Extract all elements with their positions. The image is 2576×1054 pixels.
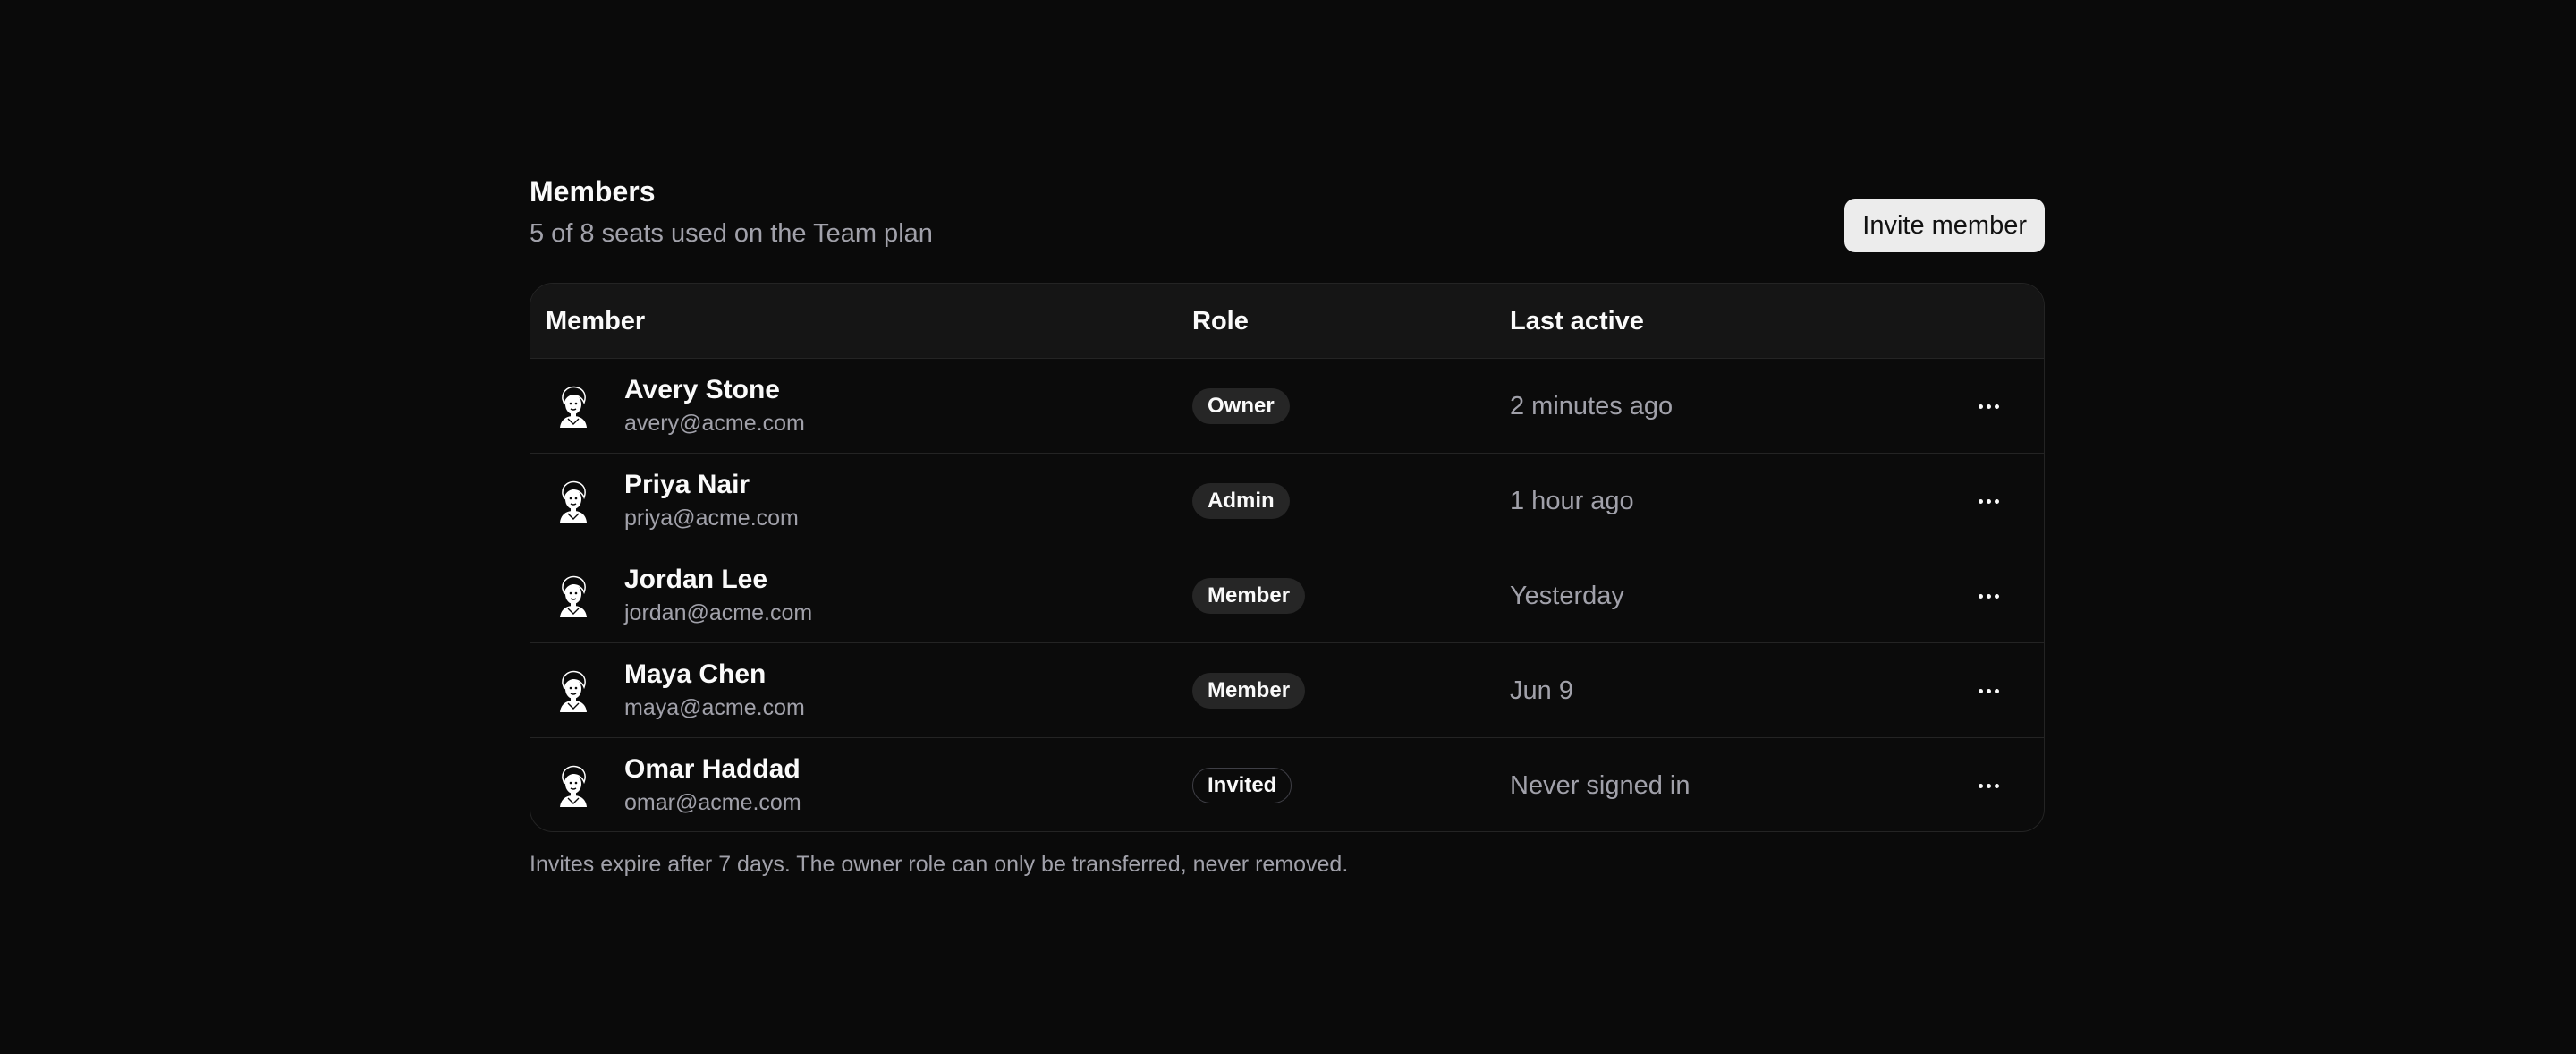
member-email: omar@acme.com: [624, 790, 801, 815]
person-illustration-icon: [560, 670, 587, 712]
more-dots-icon-dot: [1994, 404, 1999, 409]
more-dots-icon-dot: [1994, 593, 1999, 599]
invite-member-button[interactable]: Invite member: [1844, 199, 2045, 252]
row-actions-button[interactable]: [1970, 388, 2006, 424]
footnote: Invites expire after 7 days. The owner r…: [530, 852, 1349, 877]
avatar: [550, 478, 597, 524]
row-actions-button[interactable]: [1970, 673, 2006, 709]
person-illustration-icon: [560, 480, 587, 523]
member-name: Maya Chen: [624, 659, 767, 689]
more-dots-icon-dot: [1986, 593, 1991, 599]
table-row: Omar Haddad omar@acme.com Invited Never …: [530, 738, 2044, 831]
members-table: Member Role Last active Avery Stone aver…: [530, 283, 2045, 832]
table-row: Maya Chen maya@acme.com Member Jun 9: [530, 643, 2044, 738]
member-email: jordan@acme.com: [624, 600, 813, 625]
avatar: [550, 762, 597, 809]
role-badge: Member: [1192, 673, 1306, 709]
member-email: priya@acme.com: [624, 506, 799, 531]
table-row: Jordan Lee jordan@acme.com Member Yester…: [530, 548, 2044, 643]
role-badge: Admin: [1192, 483, 1290, 519]
last-active-text: Jun 9: [1510, 676, 1573, 705]
more-dots-icon: [1978, 498, 1983, 504]
more-dots-icon: [1978, 783, 1983, 788]
more-dots-icon: [1978, 593, 1983, 599]
role-badge: Owner: [1192, 388, 1290, 424]
last-active-text: Yesterday: [1510, 582, 1624, 610]
member-name: Avery Stone: [624, 375, 780, 404]
more-dots-icon-dot: [1986, 498, 1991, 504]
member-email: avery@acme.com: [624, 411, 805, 436]
avatar: [550, 573, 597, 619]
person-illustration-icon: [560, 765, 587, 807]
more-dots-icon: [1978, 404, 1983, 409]
members-header: Members 5 of 8 seats used on the Team pl…: [530, 0, 2045, 268]
column-header-role: Role: [1192, 307, 1249, 336]
table-body: Avery Stone avery@acme.com Owner 2 minut…: [530, 359, 2044, 831]
member-name: Omar Haddad: [624, 754, 801, 784]
row-actions-button[interactable]: [1970, 768, 2006, 803]
more-dots-icon-dot: [1994, 688, 1999, 693]
row-actions-button[interactable]: [1970, 483, 2006, 519]
more-dots-icon-dot: [1986, 688, 1991, 693]
column-header-last-active: Last active: [1510, 307, 1644, 336]
column-header-member: Member: [546, 307, 646, 336]
avatar: [550, 383, 597, 429]
row-actions-button[interactable]: [1970, 578, 2006, 614]
avatar: [550, 667, 597, 714]
role-badge: Invited: [1192, 768, 1292, 803]
page-title: Members: [530, 175, 656, 208]
member-name: Priya Nair: [624, 470, 750, 499]
last-active-text: Never signed in: [1510, 771, 1690, 800]
person-illustration-icon: [560, 386, 587, 428]
more-dots-icon-dot: [1994, 498, 1999, 504]
person-illustration-icon: [560, 575, 587, 617]
table-header: Member Role Last active: [530, 284, 2044, 359]
member-name: Jordan Lee: [624, 565, 768, 594]
last-active-text: 1 hour ago: [1510, 487, 1634, 515]
role-badge: Member: [1192, 578, 1306, 614]
more-dots-icon-dot: [1986, 404, 1991, 409]
table-row: Avery Stone avery@acme.com Owner 2 minut…: [530, 359, 2044, 454]
more-dots-icon-dot: [1986, 783, 1991, 788]
last-active-text: 2 minutes ago: [1510, 392, 1674, 421]
table-row: Priya Nair priya@acme.com Admin 1 hour a…: [530, 454, 2044, 548]
more-dots-icon-dot: [1994, 783, 1999, 788]
seat-usage-text: 5 of 8 seats used on the Team plan: [530, 219, 933, 248]
member-email: maya@acme.com: [624, 695, 805, 720]
more-dots-icon: [1978, 688, 1983, 693]
